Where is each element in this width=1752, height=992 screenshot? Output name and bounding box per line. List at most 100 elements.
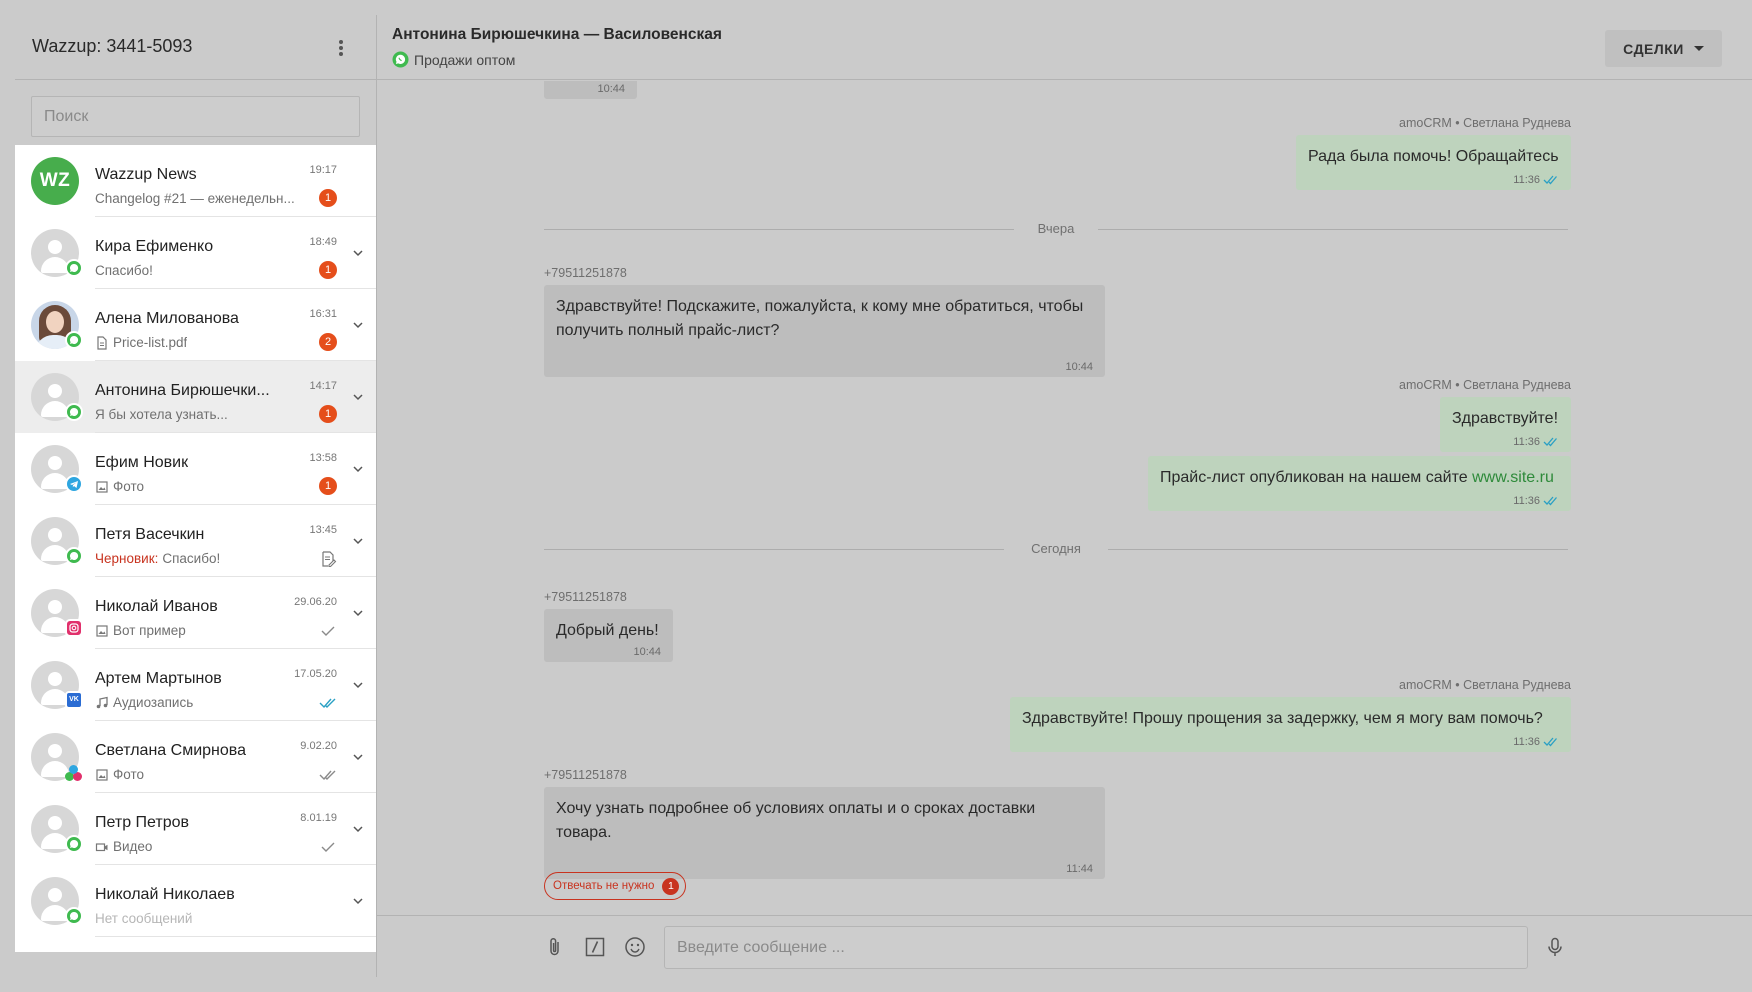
sender-label: amoCRM • Светлана Руднева: [1399, 378, 1571, 392]
chevron-down-icon[interactable]: [352, 751, 364, 763]
chat-list-item[interactable]: Кира Ефименко Спасибо! 18:49 1: [15, 217, 376, 289]
chat-time: 29.06.20: [294, 596, 337, 608]
sender-label: +79511251878: [544, 768, 627, 782]
multichannel-icon: [65, 763, 83, 781]
templates-icon[interactable]: [584, 936, 606, 958]
chat-list: WZ Wazzup News Changelog #21 — еженедель…: [15, 145, 376, 952]
image-icon: [96, 480, 108, 493]
video-icon: [95, 842, 108, 851]
double-check-icon: [319, 770, 336, 781]
chat-list-item[interactable]: Петр Петров Видео 8.01.19: [15, 793, 376, 865]
sender-label: amoCRM • Светлана Руднева: [1399, 116, 1571, 130]
chat-time: 19:17: [309, 164, 337, 176]
unread-badge: 2: [319, 333, 337, 351]
chevron-down-icon[interactable]: [352, 535, 364, 547]
chat-sidebar: Wazzup: 3441-5093 WZ Wazzup News Changel…: [15, 0, 377, 992]
chat-time: 18:49: [309, 236, 337, 248]
chevron-down-icon[interactable]: [352, 391, 364, 403]
no-reply-needed-button[interactable]: Отвечать не нужно 1: [544, 872, 687, 900]
search-input[interactable]: [31, 96, 360, 137]
chat-preview: Спасибо!: [95, 263, 153, 278]
double-check-read-icon: [1543, 737, 1557, 747]
image-icon: [96, 624, 108, 637]
chevron-down-icon[interactable]: [352, 463, 364, 475]
message-bubble-outgoing: Рада была помочь! Обращайтесь 11:36: [1296, 135, 1571, 190]
document-icon: [97, 335, 107, 350]
instagram-icon: [65, 619, 83, 637]
chevron-down-icon[interactable]: [352, 607, 364, 619]
chat-list-item[interactable]: VK Артем Мартынов Аудиозапись 17.05.20: [15, 649, 376, 721]
image-icon: [96, 768, 108, 781]
music-icon: [96, 696, 108, 708]
message-bubble-incoming: Добрый день! 10:44: [544, 609, 673, 662]
whatsapp-icon: [65, 259, 83, 277]
chevron-down-icon[interactable]: [352, 679, 364, 691]
chat-list-item[interactable]: Николай Иванов Вот пример 29.06.20: [15, 577, 376, 649]
chat-name: Артем Мартынов: [95, 670, 222, 687]
whatsapp-icon: [65, 907, 83, 925]
chat-name: Николай Иванов: [95, 598, 218, 615]
whatsapp-icon: [392, 51, 409, 68]
chat-time: 13:58: [309, 452, 337, 464]
single-check-icon: [321, 626, 335, 636]
chat-list-item[interactable]: Петя Васечкин Черновик: Спасибо! 13:45: [15, 505, 376, 577]
chat-time: 17.05.20: [294, 668, 337, 680]
chat-name: Алена Милованова: [95, 310, 239, 327]
unread-badge: 1: [319, 405, 337, 423]
chat-list-item[interactable]: Ефим Новик Фото 13:58 1: [15, 433, 376, 505]
date-divider: Вчера: [544, 220, 1568, 240]
date-divider: Сегодня: [544, 540, 1568, 560]
chat-name: Петя Васечкин: [95, 526, 205, 543]
chevron-down-icon[interactable]: [352, 823, 364, 835]
microphone-icon[interactable]: [1544, 936, 1566, 958]
chevron-down-icon[interactable]: [352, 247, 364, 259]
chat-preview: Фото: [95, 479, 144, 494]
vk-icon: VK: [65, 691, 83, 709]
whatsapp-icon: [65, 835, 83, 853]
message-bubble-incoming: Хочу узнать подробнее об условиях оплаты…: [544, 787, 1105, 879]
whatsapp-icon: [65, 403, 83, 421]
chat-name: Николай Николаев: [95, 886, 235, 903]
message-list: 10:44 amoCRM • Светлана Руднева Рада был…: [377, 81, 1752, 915]
chat-header: Антонина Бирюшечкина — Василовенская Про…: [377, 0, 1752, 80]
emoji-icon[interactable]: [624, 936, 646, 958]
unread-badge: 1: [319, 189, 337, 207]
chevron-down-icon[interactable]: [352, 319, 364, 331]
message-input[interactable]: [664, 926, 1528, 969]
chat-list-item[interactable]: WZ Wazzup News Changelog #21 — еженедель…: [15, 145, 376, 217]
chevron-down-icon[interactable]: [352, 895, 364, 907]
telegram-icon: [65, 475, 83, 493]
sender-label: amoCRM • Светлана Руднева: [1399, 678, 1571, 692]
chat-preview: Черновик: Спасибо!: [95, 551, 221, 566]
chat-time: 16:31: [309, 308, 337, 320]
double-check-read-icon: [319, 698, 336, 709]
single-check-icon: [321, 842, 335, 852]
message-bubble-outgoing: Здравствуйте! Прошу прощения за задержку…: [1010, 697, 1571, 752]
chat-list-item-selected[interactable]: Антонина Бирюшечки... Я бы хотела узнать…: [15, 361, 376, 433]
attachment-icon[interactable]: [544, 936, 566, 958]
chat-preview: Аудиозапись: [95, 695, 193, 710]
chat-preview: Фото: [95, 767, 144, 782]
chat-list-item[interactable]: Светлана Смирнова Фото 9.02.20: [15, 721, 376, 793]
chat-preview: Price-list.pdf: [95, 335, 187, 350]
double-check-read-icon: [1543, 437, 1557, 447]
sender-label: +79511251878: [544, 266, 627, 280]
chat-list-item[interactable]: Алена Милованова Price-list.pdf 16:31 2: [15, 289, 376, 361]
chat-time: 14:17: [309, 380, 337, 392]
deals-button[interactable]: СДЕЛКИ: [1605, 30, 1722, 67]
unread-badge: 1: [319, 477, 337, 495]
chat-preview: Нет сообщений: [95, 911, 193, 926]
double-check-read-icon: [1543, 175, 1557, 185]
message-bubble-outgoing: Прайс-лист опубликован на нашем сайте ww…: [1148, 456, 1571, 511]
more-menu-icon[interactable]: [333, 38, 349, 58]
chat-time: 13:45: [309, 524, 337, 536]
site-link[interactable]: www.site.ru: [1472, 469, 1554, 486]
chat-subtitle: Продажи оптом: [392, 51, 515, 68]
caret-down-icon: [1693, 46, 1704, 51]
no-reply-count-badge: 1: [662, 877, 680, 895]
chat-name: Антонина Бирюшечки...: [95, 382, 270, 399]
message-bubble-incoming: Здравствуйте! Подскажите, пожалуйста, к …: [544, 285, 1105, 377]
chat-title: Антонина Бирюшечкина — Василовенская: [392, 26, 722, 43]
chat-list-item[interactable]: Николай Николаев Нет сообщений: [15, 865, 376, 937]
whatsapp-icon: [65, 547, 83, 565]
